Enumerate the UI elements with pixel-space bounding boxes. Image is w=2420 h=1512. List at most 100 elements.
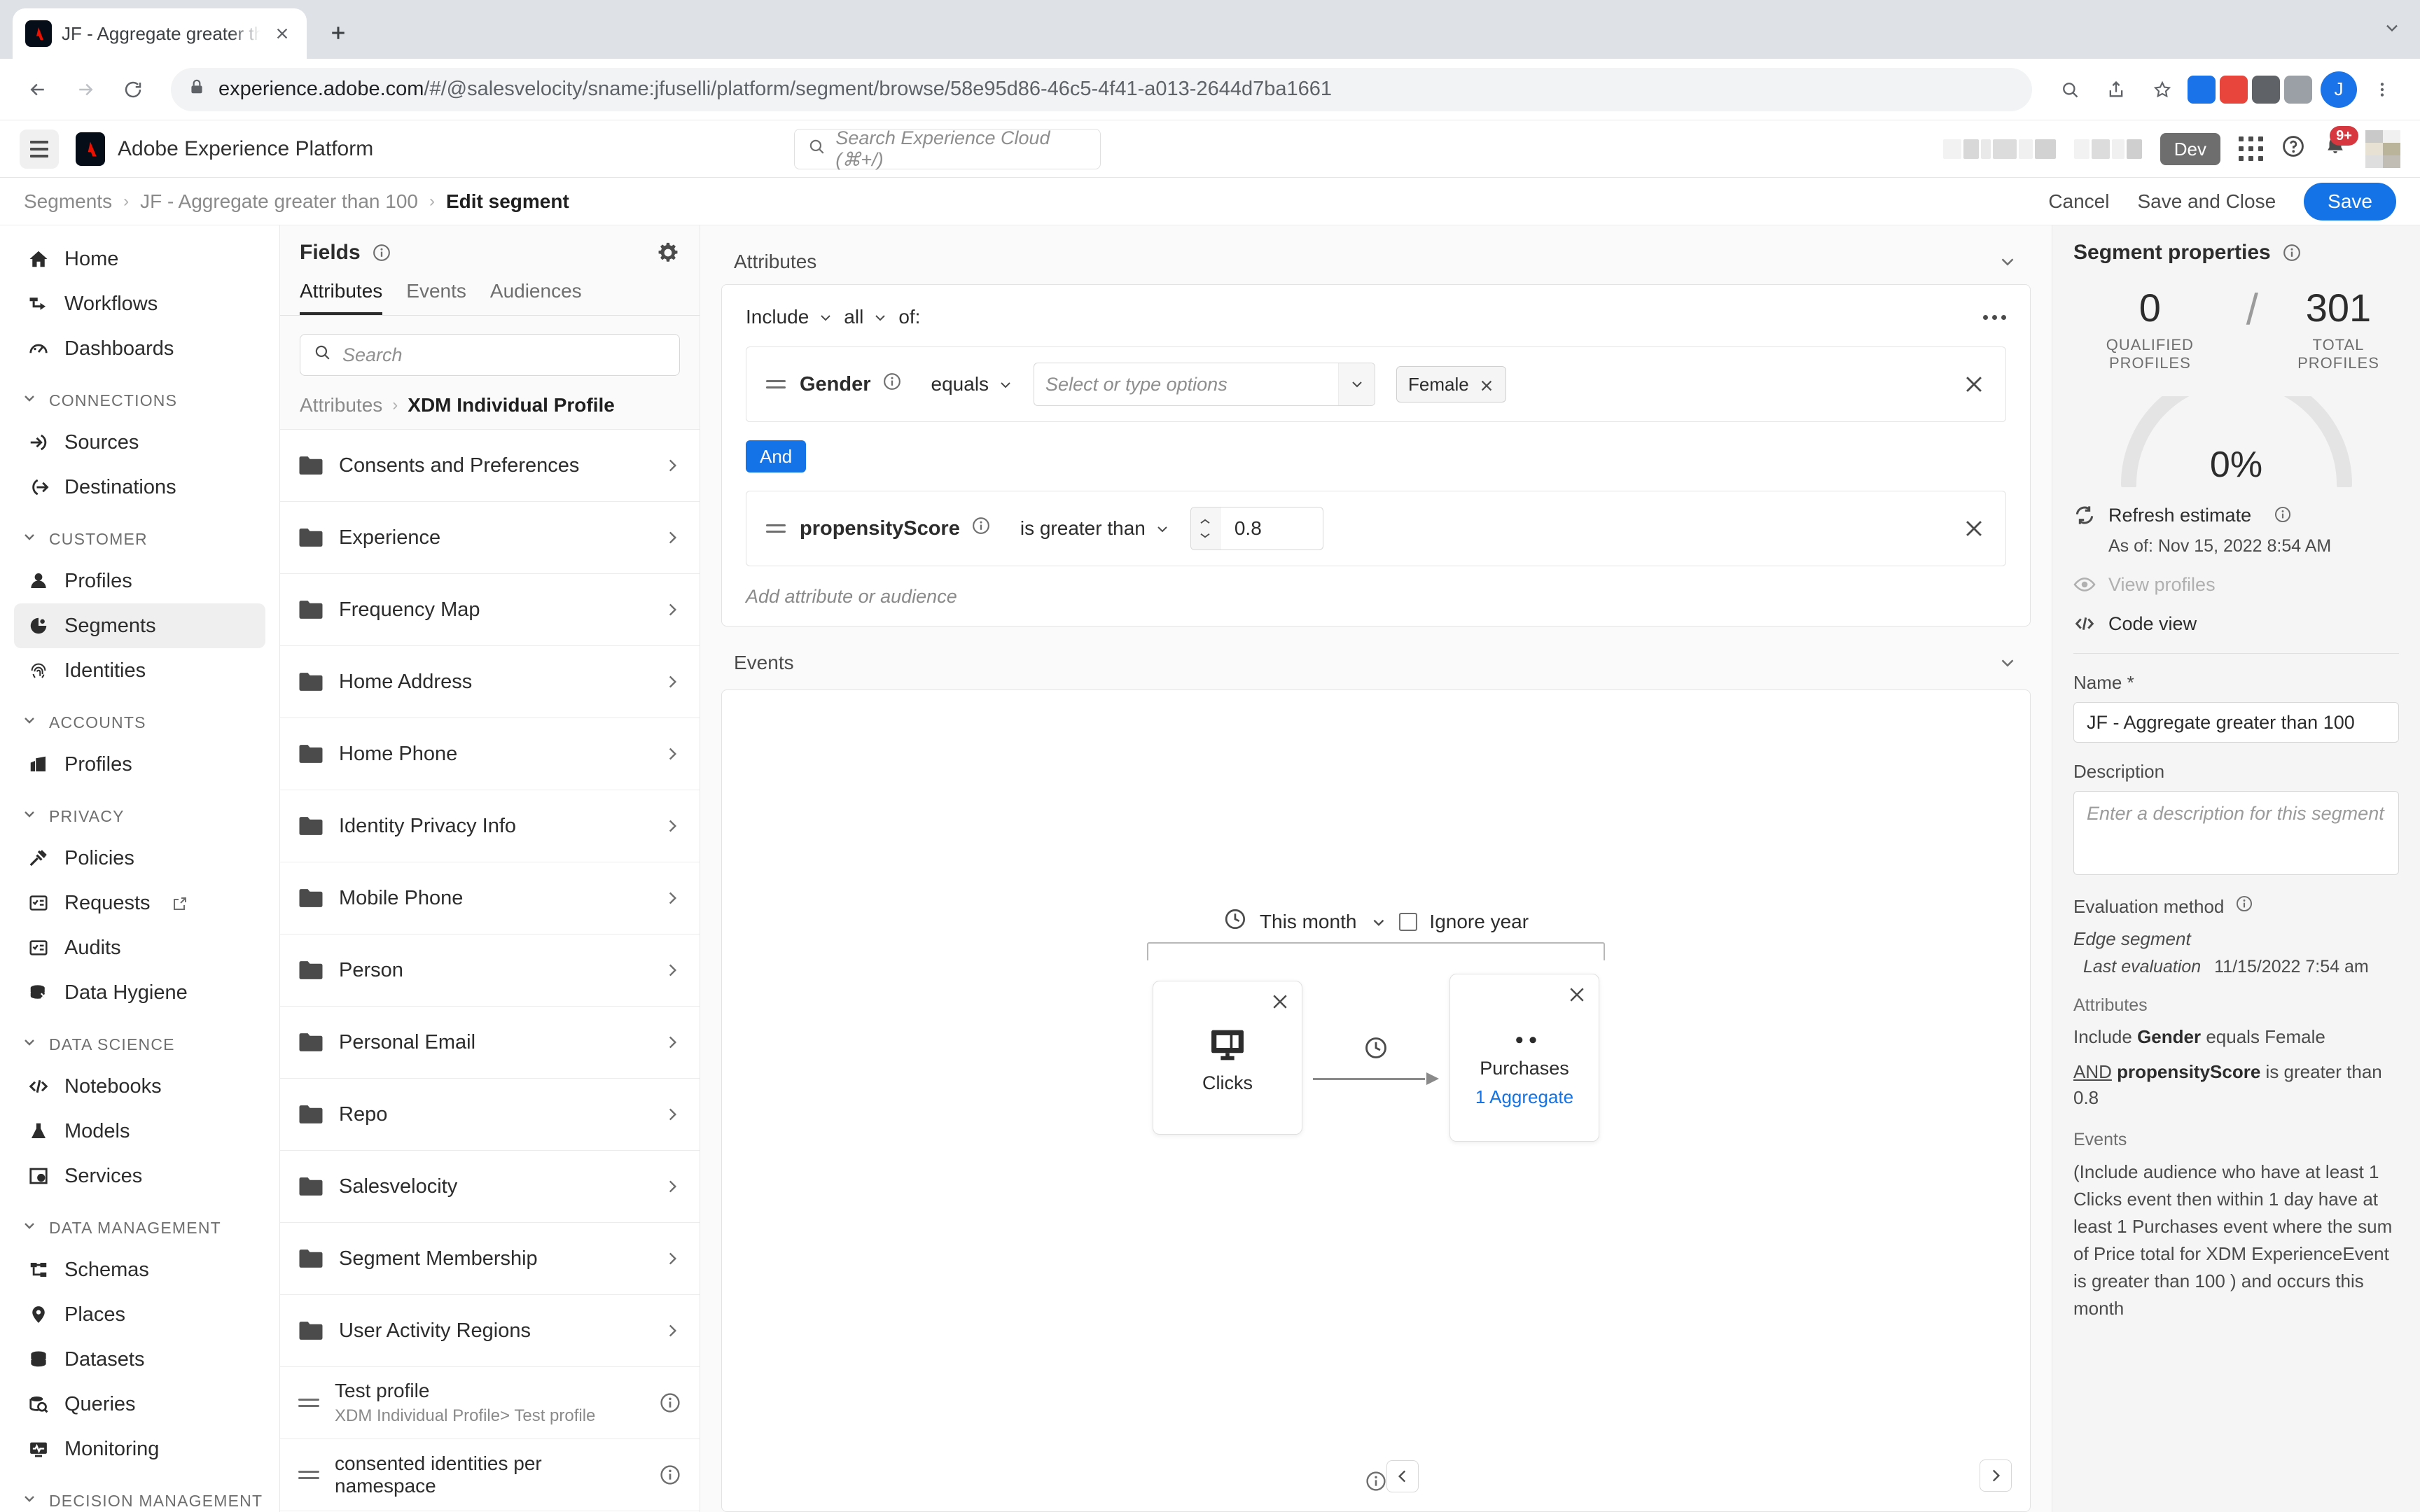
ignore-year-checkbox[interactable] [1398, 912, 1417, 931]
operator-select[interactable]: equals [931, 373, 1015, 396]
reload-icon[interactable] [112, 69, 154, 111]
list-item[interactable]: Home Address [280, 646, 700, 718]
sidebar-item-home[interactable]: Home [14, 237, 265, 281]
tab-attributes[interactable]: Attributes [300, 280, 383, 315]
tab-events[interactable]: Events [406, 280, 466, 315]
sidebar-item-identities[interactable]: Identities [14, 648, 265, 693]
sidebar-item-datasets[interactable]: Datasets [14, 1337, 265, 1382]
share-icon[interactable] [2095, 69, 2137, 111]
chevron-right-icon[interactable] [663, 961, 681, 979]
avatar[interactable] [2365, 130, 2400, 168]
chevron-right-icon[interactable] [663, 673, 681, 691]
info-icon[interactable] [1365, 1470, 1387, 1498]
list-item[interactable]: Salesvelocity [280, 1151, 700, 1223]
hamburger-menu-icon[interactable] [20, 129, 59, 169]
close-icon[interactable] [270, 22, 294, 46]
info-icon[interactable] [2235, 895, 2253, 918]
remove-condition-icon[interactable] [1962, 372, 1986, 396]
info-icon[interactable] [659, 1392, 681, 1414]
sidebar-item-sources[interactable]: Sources [14, 420, 265, 465]
more-options-icon[interactable] [1983, 314, 2006, 320]
search-icon[interactable] [2049, 69, 2091, 111]
extension-icon-red[interactable] [2220, 75, 2248, 104]
sidebar-item-monitoring[interactable]: Monitoring [14, 1427, 265, 1471]
collapse-fields-panel-button[interactable] [1386, 1460, 1419, 1492]
environment-badge[interactable]: Dev [2160, 132, 2220, 165]
drag-handle-icon[interactable] [298, 1471, 319, 1479]
browser-profile-avatar[interactable]: J [2321, 71, 2357, 108]
event-node-clicks[interactable]: Clicks [1153, 981, 1302, 1135]
back-icon[interactable] [17, 69, 59, 111]
add-attribute-hint[interactable]: Add attribute or audience [746, 586, 2006, 608]
browser-tab[interactable]: JF - Aggregate greater than 100 [13, 8, 307, 59]
sidebar-item-requests[interactable]: Requests [14, 881, 265, 925]
chevron-right-icon[interactable] [663, 1033, 681, 1051]
list-item[interactable]: User Activity Regions [280, 1295, 700, 1367]
stepper-arrows[interactable] [1190, 507, 1221, 550]
sidebar-item-queries[interactable]: Queries [14, 1382, 265, 1427]
code-view-button[interactable]: Code view [2073, 612, 2399, 635]
chevron-right-icon[interactable] [663, 1322, 681, 1340]
chevron-right-icon[interactable] [663, 1250, 681, 1268]
operator-select[interactable]: is greater than [1020, 517, 1171, 540]
sidebar-item-audits[interactable]: Audits [14, 925, 265, 970]
segment-name-input[interactable]: JF - Aggregate greater than 100 [2073, 702, 2399, 743]
info-icon[interactable] [971, 516, 991, 541]
drag-handle-icon[interactable] [766, 524, 786, 533]
info-icon[interactable] [2274, 505, 2293, 525]
sidebar-item-data-hygiene[interactable]: Data Hygiene [14, 970, 265, 1015]
sidebar-item-schemas[interactable]: Schemas [14, 1247, 265, 1292]
list-item[interactable]: Consents and Preferences [280, 430, 700, 502]
address-bar[interactable]: experience.adobe.com/#/@salesvelocity/sn… [171, 67, 2032, 111]
list-item[interactable]: Identity Privacy Info [280, 790, 700, 862]
event-node-aggregate-link[interactable]: 1 Aggregate [1475, 1086, 1573, 1108]
breadcrumb-segments[interactable]: Segments [24, 190, 112, 213]
new-tab-button[interactable] [317, 11, 360, 55]
chevron-right-icon[interactable] [663, 1105, 681, 1124]
chevron-down-icon[interactable] [1997, 251, 2018, 272]
bookmark-star-icon[interactable] [2141, 69, 2183, 111]
extension-icon-gray[interactable] [2284, 75, 2312, 104]
sidebar-group-data-management[interactable]: DATA MANAGEMENT [14, 1208, 265, 1247]
list-item[interactable]: Segment Membership [280, 1223, 700, 1295]
chevron-right-icon[interactable] [663, 745, 681, 763]
fields-list[interactable]: Consents and Preferences Experience Freq… [280, 429, 700, 1512]
list-item[interactable]: Frequency Map [280, 574, 700, 646]
sidebar-item-notebooks[interactable]: Notebooks [14, 1064, 265, 1109]
sidebar-item-profiles[interactable]: Profiles [14, 559, 265, 603]
chevron-right-icon[interactable] [663, 1177, 681, 1196]
sidebar-group-connections[interactable]: CONNECTIONS [14, 381, 265, 420]
chevron-down-icon[interactable] [2382, 18, 2402, 43]
remove-condition-icon[interactable] [1962, 517, 1986, 540]
chevron-right-icon[interactable] [663, 817, 681, 835]
close-icon[interactable] [1479, 377, 1494, 392]
close-icon[interactable] [1566, 984, 1587, 1005]
extension-icon-blue[interactable] [2188, 75, 2216, 104]
breadcrumb-segment-name[interactable]: JF - Aggregate greater than 100 [140, 190, 418, 213]
list-item[interactable]: Mobile Phone [280, 862, 700, 934]
sidebar-group-data-science[interactable]: DATA SCIENCE [14, 1025, 265, 1064]
sidebar-group-decision-management[interactable]: DECISION MANAGEMENT [14, 1481, 265, 1512]
gear-icon[interactable] [656, 241, 680, 265]
sidebar-item-destinations[interactable]: Destinations [14, 465, 265, 510]
timeframe-value[interactable]: This month [1260, 911, 1357, 933]
collapse-properties-panel-button[interactable] [1980, 1460, 2012, 1492]
chevron-down-icon[interactable] [1338, 363, 1375, 405]
browser-menu-icon[interactable] [2361, 69, 2403, 111]
sidebar-item-workflows[interactable]: Workflows [14, 281, 265, 326]
segment-description-textarea[interactable]: Enter a description for this segment [2073, 791, 2399, 875]
fields-breadcrumb-root[interactable]: Attributes [300, 394, 382, 416]
info-icon[interactable] [372, 243, 391, 262]
value-combobox[interactable]: Select or type options [1034, 363, 1376, 406]
list-item[interactable]: Repo [280, 1079, 700, 1151]
chevron-right-icon[interactable] [663, 456, 681, 475]
save-and-close-button[interactable]: Save and Close [2137, 190, 2276, 213]
help-icon[interactable] [2281, 134, 2305, 164]
forward-icon[interactable] [64, 69, 106, 111]
sidebar-item-models[interactable]: Models [14, 1109, 265, 1154]
chevron-down-icon[interactable] [1997, 652, 2018, 673]
refresh-estimate-button[interactable]: Refresh estimate [2073, 504, 2399, 526]
sidebar-group-privacy[interactable]: PRIVACY [14, 797, 265, 836]
chevron-right-icon[interactable] [663, 528, 681, 547]
sidebar-item-account-profiles[interactable]: Profiles [14, 742, 265, 787]
